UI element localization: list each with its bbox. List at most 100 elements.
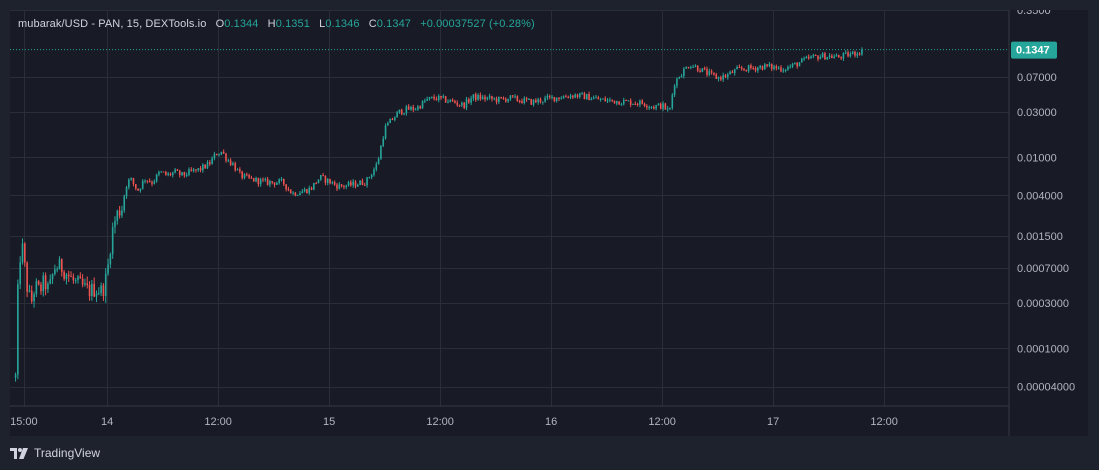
time-tick-label: 12:00 bbox=[648, 416, 676, 428]
candle-body bbox=[400, 109, 403, 115]
candle-body bbox=[433, 96, 435, 99]
candle-body bbox=[84, 283, 86, 285]
candle-body bbox=[819, 56, 822, 60]
candle-body bbox=[155, 174, 158, 182]
open-value: 0.1344 bbox=[224, 18, 259, 30]
candle-body bbox=[752, 67, 755, 69]
candle-body bbox=[338, 184, 341, 189]
high-value: 0.1351 bbox=[275, 18, 310, 30]
candle-body bbox=[553, 96, 556, 102]
last-price-badge: 0.1347 bbox=[1011, 41, 1057, 59]
tradingview-name: TradingView bbox=[34, 446, 101, 460]
candle-body bbox=[414, 109, 417, 111]
candle-body bbox=[49, 279, 52, 284]
chart-panel[interactable]: 0.3500 0.07000 0.03000 0.01000 0.004000 0.001… bbox=[10, 10, 1088, 436]
time-tick-label: 15 bbox=[323, 416, 335, 428]
candle-body bbox=[264, 179, 267, 181]
candle-body bbox=[430, 96, 433, 98]
candle-body bbox=[280, 179, 283, 181]
price-tick-label: 0.03000 bbox=[1017, 107, 1057, 119]
candle-body bbox=[169, 173, 172, 176]
candle-body bbox=[440, 95, 442, 98]
candle-body bbox=[370, 174, 373, 178]
candle-body bbox=[754, 68, 757, 71]
candle-body bbox=[713, 72, 715, 75]
candle-body bbox=[541, 101, 544, 103]
candle-body bbox=[708, 71, 711, 75]
candle-body bbox=[775, 66, 778, 69]
candle-body bbox=[77, 276, 79, 281]
candle-body bbox=[794, 62, 796, 64]
candle-body bbox=[151, 181, 153, 184]
last-price-value: 0.1347 bbox=[1016, 45, 1050, 57]
candle-body bbox=[382, 138, 385, 146]
candle-body bbox=[347, 182, 350, 186]
candle-body bbox=[250, 177, 253, 179]
candle-body bbox=[158, 171, 160, 175]
candle-body bbox=[662, 103, 664, 109]
price-tick-label: 0.004000 bbox=[1017, 190, 1063, 202]
candle-body bbox=[710, 71, 713, 73]
candle-body bbox=[548, 96, 551, 98]
candle-body bbox=[509, 95, 512, 100]
candle-body bbox=[484, 96, 486, 100]
candle-body bbox=[532, 99, 535, 105]
candle-body bbox=[278, 179, 280, 183]
candle-body bbox=[111, 227, 114, 255]
time-tick-label: 15:00 bbox=[10, 416, 38, 428]
candle-body bbox=[851, 51, 854, 55]
candle-body bbox=[410, 106, 412, 110]
symbol-name[interactable]: mubarak/USD - PAN, 15, DEXTools.io bbox=[18, 18, 206, 30]
candle-body bbox=[743, 69, 745, 71]
candle-body bbox=[181, 172, 183, 176]
candle-body bbox=[650, 106, 653, 108]
candle-body bbox=[116, 210, 119, 221]
candle-body bbox=[255, 177, 257, 182]
candle-body bbox=[165, 172, 167, 175]
candle-body bbox=[42, 275, 45, 292]
candle-body bbox=[160, 171, 163, 173]
candle-body bbox=[535, 99, 537, 103]
candle-body bbox=[174, 169, 176, 173]
candle-body bbox=[817, 55, 819, 60]
candle-body bbox=[183, 172, 186, 176]
candle-body bbox=[109, 254, 112, 265]
candle-body bbox=[544, 97, 546, 102]
candle-body bbox=[539, 99, 542, 103]
candle-body bbox=[664, 103, 667, 110]
candle-body bbox=[842, 53, 845, 59]
candle-body bbox=[171, 172, 174, 176]
candle-body bbox=[63, 271, 65, 279]
time-tick-label: 17 bbox=[767, 416, 779, 428]
candle-body bbox=[308, 187, 311, 194]
candle-body bbox=[796, 62, 798, 67]
candle-body bbox=[65, 274, 68, 279]
candle-body bbox=[148, 181, 151, 183]
candle-body bbox=[768, 64, 771, 66]
chart-frame: 0.3500 0.07000 0.03000 0.01000 0.004000 0.001… bbox=[0, 0, 1099, 470]
candle-body bbox=[627, 100, 630, 102]
candle-body bbox=[211, 158, 213, 165]
candle-body bbox=[368, 177, 371, 179]
candle-body bbox=[387, 123, 389, 126]
candle-body bbox=[812, 54, 815, 57]
candle-body bbox=[449, 99, 452, 102]
candle-body bbox=[377, 158, 380, 165]
candle-body bbox=[74, 280, 77, 282]
candle-body bbox=[467, 99, 470, 103]
candle-body bbox=[176, 169, 179, 171]
candle-body bbox=[615, 101, 618, 104]
candlestick-chart[interactable]: 0.3500 0.07000 0.03000 0.01000 0.004000 0.001… bbox=[10, 10, 1088, 436]
candle-body bbox=[21, 243, 24, 263]
candle-body bbox=[840, 57, 842, 59]
candle-body bbox=[248, 175, 250, 178]
tradingview-branding[interactable]: TradingView bbox=[10, 445, 100, 461]
candle-body bbox=[56, 269, 58, 271]
candle-body bbox=[269, 181, 271, 185]
candle-body bbox=[118, 210, 121, 216]
candle-body bbox=[574, 94, 576, 98]
candle-body bbox=[648, 106, 650, 108]
candle-body bbox=[789, 66, 792, 68]
time-tick-label: 12:00 bbox=[204, 416, 232, 428]
candle-body bbox=[19, 262, 21, 285]
